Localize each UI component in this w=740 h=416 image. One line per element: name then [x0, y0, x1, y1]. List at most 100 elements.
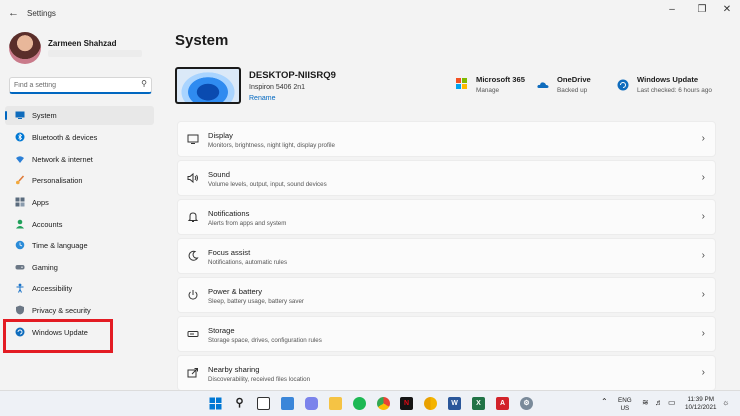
card-subtitle: Discoverability, received files location [208, 376, 311, 383]
sidebar-item-system[interactable]: System [5, 106, 154, 125]
gamepad-icon [15, 262, 25, 272]
card-subtitle: Sleep, battery usage, battery saver [208, 298, 304, 305]
sidebar-item-label: Apps [32, 198, 49, 207]
maximize-icon[interactable]: ❐ [693, 4, 711, 16]
sidebar-item-label: Time & language [32, 241, 88, 250]
apps-icon [15, 197, 25, 207]
app-title: Settings [27, 9, 56, 18]
sidebar-item-privacy[interactable]: Privacy & security [5, 301, 154, 320]
brush-icon [15, 175, 25, 185]
setting-nearby-sharing[interactable]: Nearby sharing Discoverability, received… [177, 355, 716, 391]
file-explorer-icon[interactable] [329, 397, 342, 410]
wifi-icon [15, 154, 25, 164]
battery-icon[interactable]: ▭ [668, 399, 676, 407]
chrome-canary-icon[interactable] [424, 397, 437, 410]
monitor-icon [15, 110, 25, 120]
page-title: System [175, 32, 229, 49]
quick-title: Microsoft 365 [476, 75, 525, 84]
sidebar-item-label: Network & internet [32, 155, 93, 164]
setting-notifications[interactable]: Notifications Alerts from apps and syste… [177, 199, 716, 235]
user-name: Zarmeen Shahzad [48, 39, 117, 48]
language-code: ENG [618, 397, 632, 404]
taskbar: ⚲ N W X A ⚙ ⌃ ENG US ≋ ♬ ▭ 11:39 PM 10/1… [0, 390, 740, 416]
shield-icon [15, 305, 25, 315]
word-icon[interactable]: W [448, 397, 461, 410]
clock[interactable]: 11:39 PM 10/12/2021 [685, 396, 717, 412]
sidebar-item-label: Privacy & security [32, 306, 91, 315]
moon-icon [187, 250, 199, 262]
card-title: Display [208, 131, 233, 140]
spotify-icon[interactable] [353, 397, 366, 410]
clock-date: 10/12/2021 [685, 404, 717, 411]
sidebar-item-network[interactable]: Network & internet [5, 150, 154, 169]
person-icon [15, 219, 25, 229]
language-indicator[interactable]: ENG US [618, 397, 632, 413]
chevron-right-icon: › [701, 289, 705, 300]
search-box[interactable]: ⚲ [9, 77, 152, 94]
share-icon [187, 367, 199, 379]
sidebar-item-label: Bluetooth & devices [32, 133, 98, 142]
setting-focus-assist[interactable]: Focus assist Notifications, automatic ru… [177, 238, 716, 274]
rename-link[interactable]: Rename [249, 95, 275, 102]
card-subtitle: Notifications, automatic rules [208, 259, 288, 266]
sidebar-item-label: Accessibility [32, 284, 73, 293]
acrobat-icon[interactable]: A [496, 397, 509, 410]
bluetooth-icon [15, 132, 25, 142]
chevron-right-icon: › [701, 133, 705, 144]
sidebar-item-gaming[interactable]: Gaming [5, 258, 154, 277]
minimize-icon[interactable]: – [663, 4, 681, 16]
teams-chat-icon[interactable] [305, 397, 318, 410]
device-name: DESKTOP-NIISRQ9 [249, 70, 336, 81]
globe-clock-icon [15, 240, 25, 250]
sidebar-item-accounts[interactable]: Accounts [5, 215, 154, 234]
windows-update-icon [617, 78, 629, 91]
task-view-icon[interactable] [257, 397, 270, 410]
card-title: Sound [208, 170, 230, 179]
notification-icon[interactable]: ☼ [722, 399, 729, 407]
setting-storage[interactable]: Storage Storage space, drives, configura… [177, 316, 716, 352]
highlight-annotation-box [3, 319, 113, 353]
setting-display[interactable]: Display Monitors, brightness, night ligh… [177, 121, 716, 157]
device-thumbnail [175, 67, 241, 104]
quick-subtitle: Last checked: 6 hours ago [637, 87, 712, 94]
sidebar-item-apps[interactable]: Apps [5, 193, 154, 212]
quick-title: OneDrive [557, 75, 591, 84]
wifi-icon[interactable]: ≋ [642, 399, 649, 407]
setting-power-battery[interactable]: Power & battery Sleep, battery usage, ba… [177, 277, 716, 313]
netflix-icon[interactable]: N [400, 397, 413, 410]
widgets-icon[interactable] [281, 397, 294, 410]
windows-start-icon[interactable] [209, 397, 222, 410]
device-model: Inspiron 5406 2n1 [249, 84, 306, 91]
chrome-icon[interactable] [377, 397, 390, 410]
sidebar-item-label: Accounts [32, 220, 63, 229]
close-icon[interactable]: ✕ [718, 4, 736, 16]
chevron-right-icon: › [701, 367, 705, 378]
storage-icon [187, 328, 199, 340]
card-title: Notifications [208, 209, 250, 218]
search-icon[interactable]: ⚲ [141, 79, 147, 88]
sidebar-item-bluetooth[interactable]: Bluetooth & devices [5, 128, 154, 147]
excel-icon[interactable]: X [472, 397, 485, 410]
setting-sound[interactable]: Sound Volume levels, output, input, soun… [177, 160, 716, 196]
sidebar-item-personalisation[interactable]: Personalisation [5, 171, 154, 190]
volume-icon[interactable]: ♬ [655, 399, 663, 407]
bell-icon [187, 211, 199, 223]
card-subtitle: Alerts from apps and system [208, 220, 287, 227]
avatar[interactable] [9, 32, 41, 64]
chevron-right-icon: › [701, 211, 705, 222]
search-icon[interactable]: ⚲ [233, 397, 246, 410]
sidebar-item-time-language[interactable]: Time & language [5, 236, 154, 255]
arrow-left-icon[interactable]: ← [8, 7, 19, 19]
sidebar-item-label: System [32, 111, 57, 120]
region-code: US [620, 405, 630, 412]
microsoft-365-icon [456, 78, 468, 90]
card-subtitle: Monitors, brightness, night light, displ… [208, 142, 335, 149]
sidebar-item-accessibility[interactable]: Accessibility [5, 279, 154, 298]
sidebar-item-label: Personalisation [32, 176, 83, 185]
search-input[interactable] [14, 79, 132, 92]
user-email-redacted [48, 50, 142, 57]
chevron-up-icon[interactable]: ⌃ [601, 398, 608, 406]
chevron-right-icon: › [701, 172, 705, 183]
title-bar: ← Settings – ❐ ✕ [0, 0, 740, 28]
settings-icon[interactable]: ⚙ [520, 397, 533, 410]
